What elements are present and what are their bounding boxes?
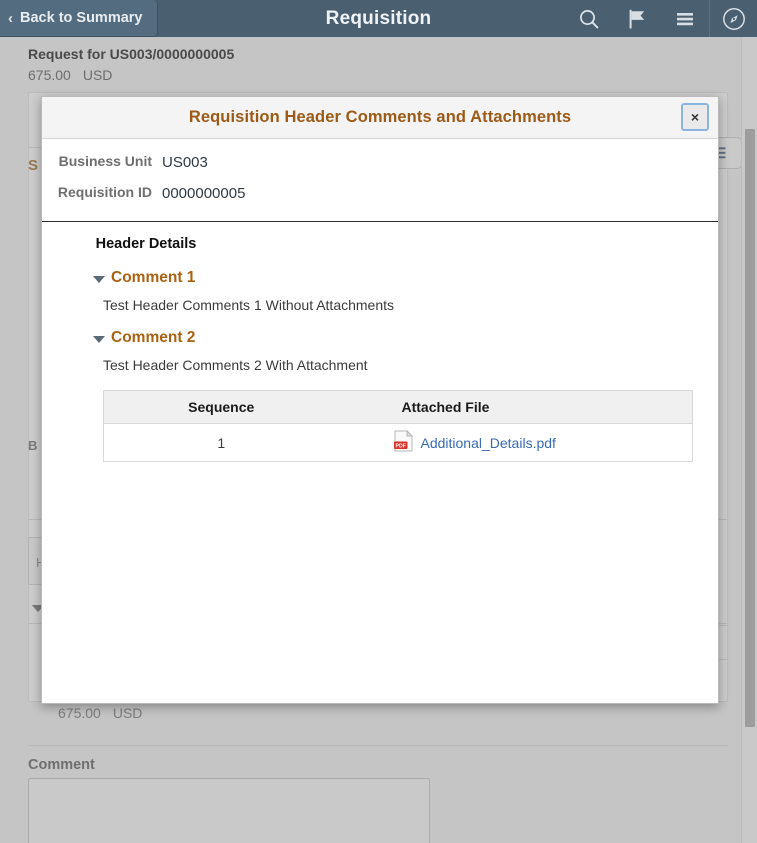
cell-sequence: 1 — [103, 423, 339, 462]
requisition-id-label: Requisition ID — [57, 184, 152, 200]
business-unit-label: Business Unit — [58, 153, 152, 169]
background-total-amount: 675.00 USD — [58, 705, 142, 721]
navbar-compass-icon[interactable] — [709, 0, 757, 37]
table-row: 1 PDF Additional_Details.pdf — [103, 423, 693, 462]
background-total-value: 675.00 — [58, 705, 101, 721]
close-icon[interactable]: × — [681, 103, 709, 131]
background-total-currency: USD — [112, 705, 143, 721]
modal-body: Header Details Comment 1 Test Header Com… — [42, 222, 718, 703]
cell-attached-file: PDF Additional_Details.pdf — [338, 423, 693, 462]
modal-title: Requisition Header Comments and Attachme… — [188, 108, 572, 126]
chevron-down-icon[interactable] — [93, 335, 105, 343]
requisition-id-value: 0000000005 — [162, 185, 246, 202]
comment-section-divider — [28, 745, 728, 746]
request-amount-value: 675.00 — [28, 67, 71, 83]
requisition-header-comments-modal: Requisition Header Comments and Attachme… — [41, 96, 719, 704]
header-details-title: Header Details — [95, 236, 197, 252]
background-field-label: B — [28, 438, 38, 453]
chevron-down-icon[interactable] — [93, 275, 105, 283]
app-window: Request for US003/0000000005 675.00 USD S… — [0, 0, 757, 843]
request-title: Request for US003/0000000005 — [28, 46, 235, 62]
comment-2-header[interactable]: Comment 2 — [42, 329, 718, 347]
modal-info-panel: Business Unit US003 Requisition ID 00000… — [42, 139, 718, 222]
business-unit-value: US003 — [162, 154, 208, 171]
chevron-left-icon: ‹ — [8, 9, 13, 27]
background-section-header: S — [28, 157, 39, 174]
flag-icon[interactable] — [613, 0, 661, 37]
top-navigation-bar: ‹ Back to Summary Requisition — [0, 0, 757, 37]
column-header-sequence: Sequence — [103, 390, 339, 424]
search-icon[interactable] — [565, 0, 613, 37]
comment-2-text: Test Header Comments 2 With Attachment — [103, 357, 368, 373]
pdf-file-icon: PDF — [393, 429, 413, 455]
back-to-summary-button[interactable]: ‹ Back to Summary — [0, 0, 158, 37]
comment-group-2: Comment 2 Test Header Comments 2 With At… — [42, 329, 718, 462]
modal-titlebar: Requisition Header Comments and Attachme… — [42, 97, 718, 139]
attached-file-link[interactable]: Additional_Details.pdf — [421, 435, 556, 451]
svg-text:PDF: PDF — [395, 443, 405, 449]
column-header-attached-file: Attached File — [338, 390, 693, 424]
business-unit-row: Business Unit US003 — [42, 153, 718, 172]
back-to-summary-label: Back to Summary — [20, 10, 143, 26]
attachments-table: Sequence Attached File 1 PDF Additional_… — [103, 390, 693, 462]
comment-1-text: Test Header Comments 1 Without Attachmen… — [103, 297, 395, 313]
comment-label: Comment — [28, 757, 95, 773]
comment-1-header[interactable]: Comment 1 — [42, 269, 718, 287]
hamburger-menu-icon[interactable] — [661, 0, 709, 37]
page-scrollbar-thumb[interactable] — [745, 129, 755, 727]
request-currency: USD — [82, 67, 113, 83]
comment-2-title: Comment 2 — [111, 329, 196, 346]
comment-textarea[interactable] — [28, 778, 430, 843]
comment-group-1: Comment 1 Test Header Comments 1 Without… — [42, 269, 718, 313]
attachments-table-header-row: Sequence Attached File — [103, 390, 693, 424]
requisition-id-row: Requisition ID 0000000005 — [42, 184, 718, 203]
comment-1-title: Comment 1 — [111, 269, 196, 286]
nav-icon-group — [565, 0, 757, 37]
request-amount: 675.00 USD — [28, 67, 112, 83]
page-scrollbar-track[interactable] — [741, 37, 757, 843]
